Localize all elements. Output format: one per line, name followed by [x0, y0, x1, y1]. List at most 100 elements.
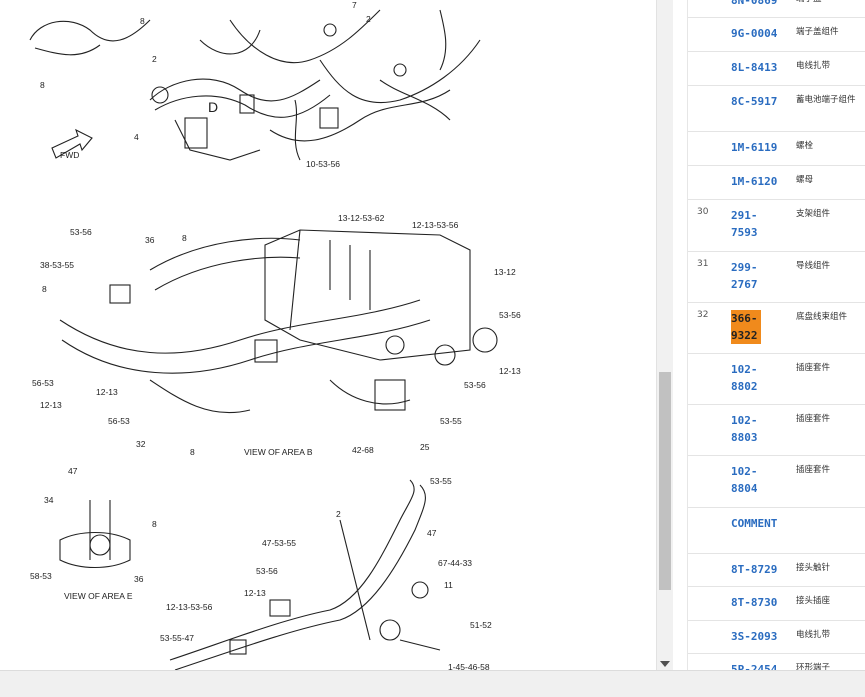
callout-label: 2: [366, 14, 371, 24]
part-number-link[interactable]: 9G-0004: [731, 25, 787, 42]
scroll-down-arrow-icon[interactable]: [660, 661, 670, 667]
part-description: 接头触针: [796, 563, 831, 573]
parts-list-row[interactable]: 102-8804 插座套件: [688, 455, 865, 508]
callout-label: 12-13: [96, 387, 118, 397]
callout-label: 53-56: [464, 380, 486, 390]
part-number-link[interactable]: 8T-8729: [731, 561, 787, 578]
callout-label: 12-13-53-56: [412, 220, 459, 230]
part-number-link[interactable]: 102-8803: [731, 412, 761, 446]
callout-label: 47: [68, 466, 78, 476]
callout-label: VIEW OF AREA B: [244, 447, 313, 457]
callout-label: 47: [427, 528, 437, 538]
parts-list-row[interactable]: 31 299-2767 导线组件: [688, 251, 865, 303]
callout-label: 11: [444, 580, 453, 590]
parts-list-row[interactable]: 9G-0004 端子盖组件: [688, 17, 865, 52]
callout-label: 8: [40, 80, 45, 90]
part-description: 支架组件: [796, 209, 831, 219]
parts-list-row[interactable]: 30 291-7593 支架组件: [688, 199, 865, 252]
callout-label: 13-12-53-62: [338, 213, 385, 223]
status-bar: [0, 670, 865, 697]
callout-label: 7: [352, 0, 357, 10]
callout-label: 2: [152, 54, 157, 64]
part-number-link[interactable]: 299-2767: [731, 259, 761, 293]
part-number-link[interactable]: 1M-6120: [731, 173, 787, 190]
part-description: 螺母: [796, 175, 814, 185]
parts-list-row[interactable]: 102-8803 插座套件: [688, 404, 865, 456]
callout-label: 36: [145, 235, 155, 245]
callout-label: 36: [134, 574, 144, 584]
callout-label: 12-13: [244, 588, 266, 598]
part-number-link[interactable]: 1M-6119: [731, 139, 787, 156]
viewer-scrollbar[interactable]: [656, 0, 673, 670]
callout-label: 51-52: [470, 620, 492, 630]
part-description: 电线扎带: [796, 61, 831, 71]
part-number-link[interactable]: 102-8802: [731, 361, 761, 395]
callout-label: 34: [44, 495, 54, 505]
part-number-link[interactable]: 291-7593: [731, 207, 761, 241]
callout-label: 67-44-33: [438, 558, 472, 568]
callout-label: 8: [42, 284, 47, 294]
parts-list-row[interactable]: 8T-8729 接头触针: [688, 553, 865, 587]
part-number-link[interactable]: 3S-2093: [731, 628, 787, 645]
callout-label: 53-56: [499, 310, 521, 320]
callout-label: 53-56: [256, 566, 278, 576]
part-number-link[interactable]: 8C-5917: [731, 93, 787, 110]
part-number-link[interactable]: 8T-8730: [731, 594, 787, 611]
callout-label: 56-53: [108, 416, 130, 426]
parts-list-row[interactable]: 1M-6120 螺母: [688, 165, 865, 200]
part-number-link[interactable]: 102-8804: [731, 463, 761, 497]
callout-label: 56-53: [32, 378, 54, 388]
callout-label: D: [208, 99, 218, 115]
callout-label: 8: [182, 233, 187, 243]
part-number-link[interactable]: 5P-2454: [731, 661, 787, 670]
callout-label: 1-45-46-58: [448, 662, 490, 670]
callout-label: 12-13: [499, 366, 521, 376]
parts-list-row[interactable]: 32 366-9322 底盘线束组件: [688, 302, 865, 354]
item-number: 30: [697, 207, 709, 217]
part-description: 蓄电池端子组件: [796, 95, 856, 105]
parts-list-row[interactable]: 8L-8413 电线扎带: [688, 51, 865, 86]
part-number-link[interactable]: 8L-8413: [731, 59, 787, 76]
parts-list-row[interactable]: 1M-6119 螺栓: [688, 131, 865, 166]
callout-label: 53-55: [430, 476, 452, 486]
part-description: 接头插座: [796, 596, 831, 606]
callout-label: 53-55-47: [160, 633, 194, 643]
parts-list-row[interactable]: 8N-0869 端子盖: [688, 0, 865, 18]
part-description: 电线扎带: [796, 630, 831, 640]
callout-label: 53-56: [70, 227, 92, 237]
callout-label: 13-12: [494, 267, 516, 277]
part-description: 螺栓: [796, 141, 814, 151]
parts-list: 8N-0869 端子盖 9G-0004 端子盖组件 8L-8413 电线扎带 8C-5917…: [687, 0, 865, 670]
parts-list-row[interactable]: 3S-2093 电线扎带: [688, 620, 865, 654]
callout-label: 47-53-55: [262, 538, 296, 548]
wiring-harness-diagram: 87224DFWD10-53-56853-5636 838-53-55856-53…: [29, 0, 521, 670]
divider: [673, 0, 687, 670]
callout-label: 4: [134, 132, 139, 142]
parts-list-row[interactable]: 8T-8730 接头插座: [688, 586, 865, 621]
part-description: 端子盖组件: [796, 27, 839, 37]
scrollbar-thumb[interactable]: [659, 372, 671, 590]
callout-label: 38-53-55: [40, 260, 74, 270]
part-number-link[interactable]: 366-9322: [731, 310, 761, 344]
callout-label: 42-68: [352, 445, 374, 455]
parts-list-row[interactable]: 8C-5917 蓄电池端子组件: [688, 85, 865, 132]
parts-list-row[interactable]: 5P-2454 环形端子: [688, 653, 865, 670]
callout-label: 8: [152, 519, 157, 529]
part-description: 插座套件: [796, 363, 831, 373]
callout-label: 32: [136, 439, 146, 449]
callout-label: 12-13-53-56: [166, 602, 213, 612]
part-description: 底盘线束组件: [796, 312, 848, 322]
part-number-link[interactable]: 8N-0869: [731, 0, 787, 9]
callout-label: 25: [420, 442, 430, 452]
part-description: 环形端子: [796, 663, 831, 670]
callout-label: VIEW OF AREA E: [64, 591, 133, 601]
callout-label: 10-53-56: [306, 159, 340, 169]
callout-label: 53-55: [440, 416, 462, 426]
parts-list-row[interactable]: COMMENT: [688, 507, 865, 554]
part-number-link[interactable]: COMMENT: [731, 515, 787, 532]
item-number: 31: [697, 259, 709, 269]
parts-list-row[interactable]: 102-8802 插座套件: [688, 353, 865, 405]
item-number: 32: [697, 310, 709, 320]
part-description: 导线组件: [796, 261, 831, 271]
callout-label: 2: [336, 509, 341, 519]
